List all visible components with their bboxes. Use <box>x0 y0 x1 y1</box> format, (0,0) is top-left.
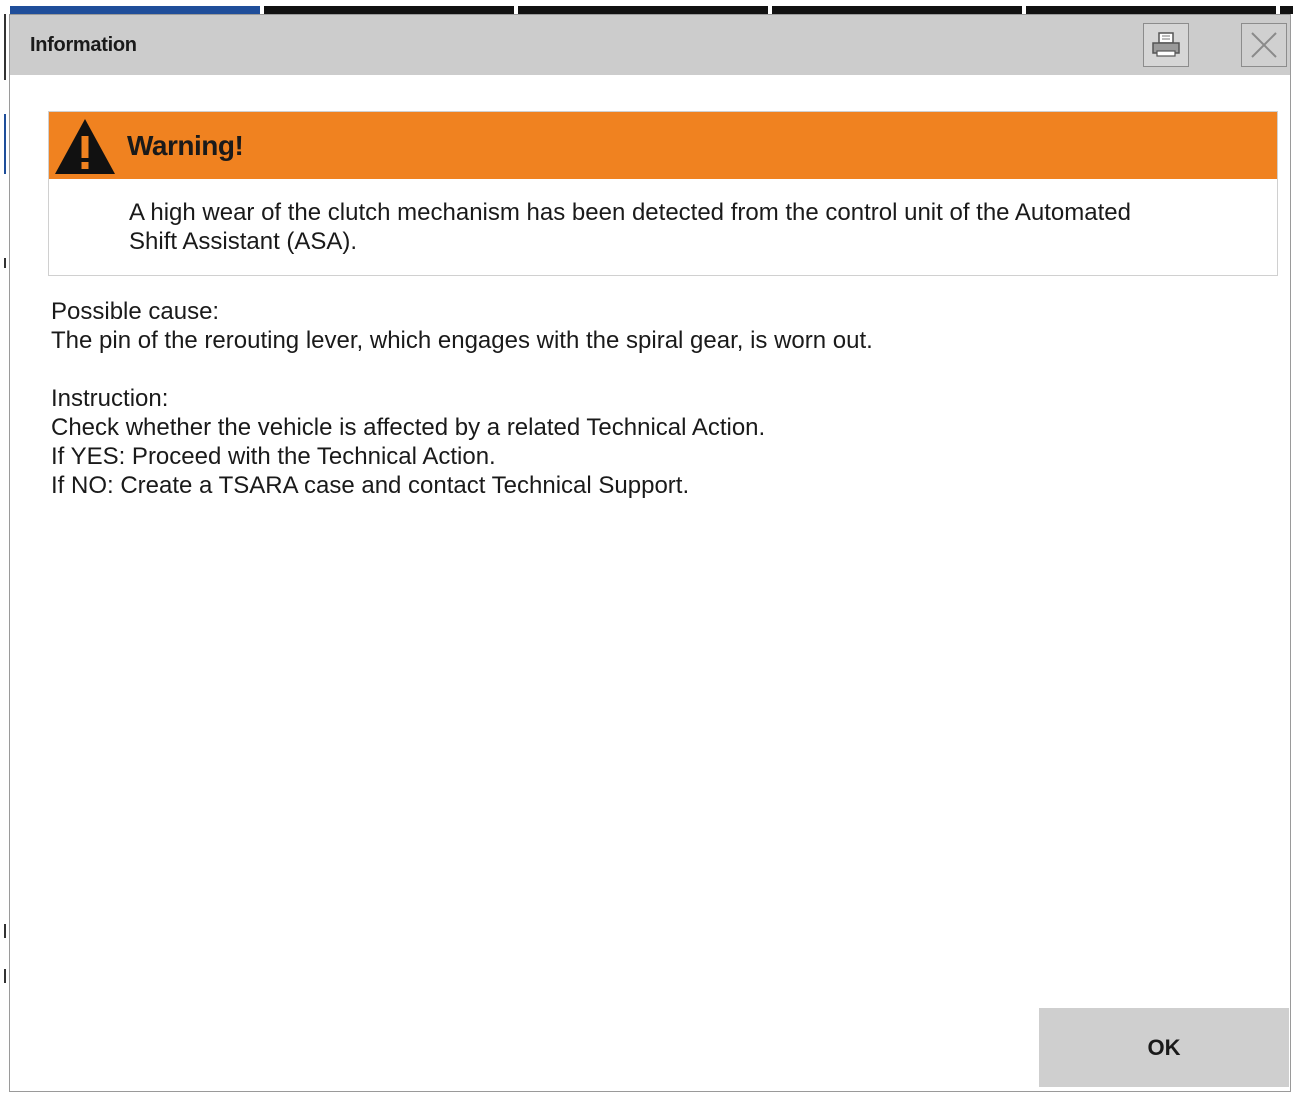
ok-button[interactable]: OK <box>1039 1008 1289 1087</box>
edge-mark <box>4 14 6 80</box>
warning-title: Warning! <box>127 130 244 161</box>
warning-header: Warning! <box>49 112 1277 179</box>
dialog-titlebar: Information <box>10 15 1290 75</box>
cause-text: The pin of the rerouting lever, which en… <box>51 327 873 354</box>
instruction-line: If NO: Create a TSARA case and contact T… <box>51 472 690 499</box>
warning-triangle-icon <box>55 119 115 174</box>
background-tab-strip <box>0 0 1293 14</box>
background-tab <box>518 6 768 14</box>
dialog-title: Information <box>30 34 137 56</box>
background-tab <box>264 6 514 14</box>
background-tab <box>1026 6 1276 14</box>
edge-mark <box>4 969 6 983</box>
background-tab <box>772 6 1022 14</box>
warning-message: A high wear of the clutch mechanism has … <box>129 198 1239 256</box>
warning-message-line: A high wear of the clutch mechanism has … <box>129 199 1131 226</box>
edge-mark <box>4 924 6 938</box>
possible-cause-section: Possible cause: The pin of the rerouting… <box>51 297 1251 355</box>
instruction-section: Instruction: Check whether the vehicle i… <box>51 384 1251 500</box>
edge-mark <box>4 258 6 268</box>
edge-mark <box>4 114 6 174</box>
warning-message-line: Shift Assistant (ASA). <box>129 228 358 255</box>
close-button[interactable] <box>1241 23 1287 67</box>
instruction-line: If YES: Proceed with the Technical Actio… <box>51 443 496 470</box>
instruction-line: Check whether the vehicle is affected by… <box>51 414 766 441</box>
instruction-heading: Instruction: <box>51 385 169 412</box>
background-tab <box>10 6 260 14</box>
background-window-edge <box>0 14 9 1095</box>
print-button[interactable] <box>1143 23 1189 67</box>
background-tab <box>1280 6 1293 14</box>
warning-panel: Warning! A high wear of the clutch mecha… <box>48 111 1278 276</box>
information-dialog: Information Warning! A high wear of the … <box>9 14 1291 1092</box>
print-icon <box>1152 32 1180 57</box>
cause-heading: Possible cause: <box>51 298 220 325</box>
close-icon <box>1251 32 1277 58</box>
